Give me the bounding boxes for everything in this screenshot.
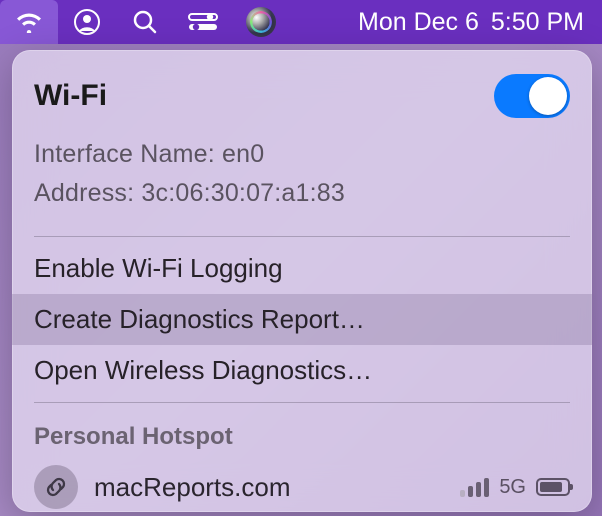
toggle-knob bbox=[529, 77, 567, 115]
interface-value: en0 bbox=[222, 140, 264, 168]
wifi-details: Interface Name: en0 Address: 3c:06:30:07… bbox=[12, 128, 592, 230]
spotlight-menubar-item[interactable] bbox=[116, 0, 174, 44]
interface-label: Interface Name: bbox=[34, 140, 215, 168]
divider bbox=[34, 402, 570, 403]
wifi-dropdown-panel: Wi-Fi Interface Name: en0 Address: 3c:06… bbox=[12, 50, 592, 512]
wifi-icon bbox=[14, 11, 44, 33]
account-menubar-item[interactable] bbox=[58, 0, 116, 44]
address-label: Address: bbox=[34, 179, 134, 207]
macos-menubar: Mon Dec 6 5:50 PM bbox=[0, 0, 602, 44]
network-type: 5G bbox=[499, 476, 526, 499]
personal-hotspot-label: Personal Hotspot bbox=[12, 409, 592, 457]
menubar-date: Mon Dec 6 bbox=[358, 8, 479, 37]
account-circle-icon bbox=[73, 8, 101, 36]
menubar-clock[interactable]: Mon Dec 6 5:50 PM bbox=[358, 8, 594, 37]
hotspot-row[interactable]: macReports.com 5G bbox=[12, 457, 592, 512]
panel-header: Wi-Fi bbox=[12, 68, 592, 128]
signal-bars-icon bbox=[460, 477, 489, 497]
wifi-menubar-item[interactable] bbox=[0, 0, 58, 44]
menubar-time: 5:50 PM bbox=[491, 8, 584, 37]
address-line: Address: 3c:06:30:07:a1:83 bbox=[34, 179, 570, 208]
hotspot-name: macReports.com bbox=[94, 472, 444, 503]
control-center-menubar-item[interactable] bbox=[174, 0, 232, 44]
enable-wifi-logging-item[interactable]: Enable Wi-Fi Logging bbox=[12, 243, 592, 294]
divider bbox=[34, 236, 570, 237]
wifi-toggle[interactable] bbox=[494, 74, 570, 118]
control-center-icon bbox=[188, 12, 218, 32]
create-diagnostics-report-item[interactable]: Create Diagnostics Report… bbox=[12, 294, 592, 345]
siri-icon bbox=[246, 7, 276, 37]
menubar-left bbox=[0, 0, 290, 44]
battery-icon bbox=[536, 478, 570, 496]
siri-menubar-item[interactable] bbox=[232, 0, 290, 44]
search-icon bbox=[132, 9, 158, 35]
address-value: 3c:06:30:07:a1:83 bbox=[141, 179, 345, 207]
interface-name-line: Interface Name: en0 bbox=[34, 140, 570, 169]
open-wireless-diagnostics-item[interactable]: Open Wireless Diagnostics… bbox=[12, 345, 592, 396]
hotspot-status: 5G bbox=[460, 476, 570, 499]
panel-title: Wi-Fi bbox=[34, 79, 107, 113]
hotspot-icon-wrap bbox=[34, 465, 78, 509]
hotspot-link-icon bbox=[43, 474, 69, 500]
